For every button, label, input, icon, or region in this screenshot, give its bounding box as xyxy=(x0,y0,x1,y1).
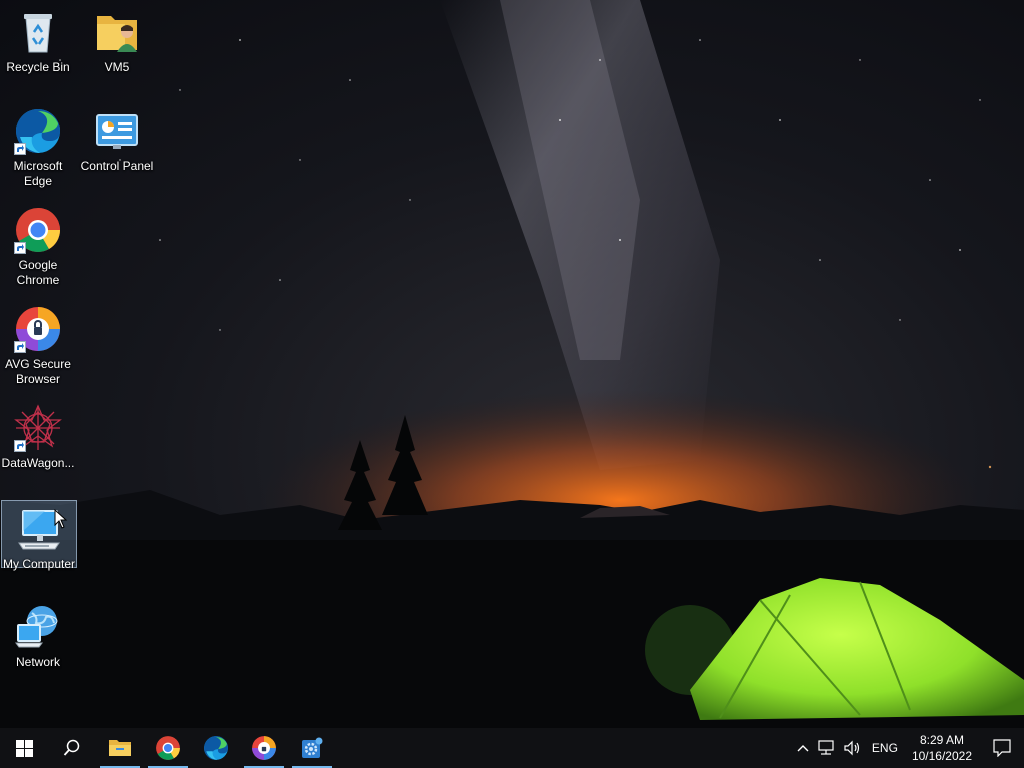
desktop-icon-label: Control Panel xyxy=(80,159,154,173)
avg-browser-icon xyxy=(14,305,62,353)
recycle-bin-icon xyxy=(14,8,62,56)
desktop-icon-label: Network xyxy=(15,655,60,669)
taskbar: ENG 8:29 AM 10/16/2022 xyxy=(0,728,1024,768)
search-icon xyxy=(63,739,80,756)
volume-button[interactable] xyxy=(840,728,866,768)
chrome-icon xyxy=(156,736,180,760)
desktop-icon-label: AVG Secure Browser xyxy=(5,357,71,386)
system-tray: ENG 8:29 AM 10/16/2022 xyxy=(792,728,1024,768)
avg-browser-icon xyxy=(252,736,276,760)
mouse-cursor-icon xyxy=(54,509,68,529)
taskbar-avg-secure-browser[interactable] xyxy=(240,728,288,768)
folder-icon xyxy=(109,740,131,756)
clock-time: 8:29 AM xyxy=(919,733,964,747)
taskbar-file-explorer[interactable] xyxy=(96,728,144,768)
desktop-icon-label: DataWagon... xyxy=(1,456,75,470)
shortcut-arrow-icon xyxy=(14,143,26,155)
shortcut-arrow-icon xyxy=(14,341,26,353)
taskbar-app[interactable] xyxy=(288,728,336,768)
notification-icon xyxy=(993,739,1011,757)
clock-date: 10/16/2022 xyxy=(911,749,972,763)
chevron-up-icon xyxy=(797,745,809,752)
edge-icon xyxy=(204,736,228,760)
shortcut-arrow-icon xyxy=(14,440,26,452)
desktop-icon-recycle-bin[interactable]: Recycle Bin xyxy=(0,4,76,75)
desktop-icon-microsoft-edge[interactable]: Microsoft Edge xyxy=(0,103,76,189)
action-center-button[interactable] xyxy=(980,728,1024,768)
desktop-icon-control-panel[interactable]: Control Panel xyxy=(79,103,155,174)
taskbar-microsoft-edge[interactable] xyxy=(192,728,240,768)
datawagon-icon xyxy=(14,404,62,452)
desktop-icon-label: Google Chrome xyxy=(16,258,60,287)
desktop-icon-label: My Computer xyxy=(2,557,76,571)
desktop-icon-label: VM5 xyxy=(104,60,130,74)
desktop-icon-label: Recycle Bin xyxy=(6,60,70,74)
start-button[interactable] xyxy=(0,728,48,768)
show-hidden-icons-button[interactable] xyxy=(792,728,814,768)
search-button[interactable] xyxy=(48,728,96,768)
input-language-indicator[interactable]: ENG xyxy=(866,728,904,768)
edge-icon xyxy=(14,107,62,155)
desktop-icon-label: Microsoft Edge xyxy=(13,159,63,188)
network-status-icon xyxy=(818,740,834,755)
desktop-icon-datawagon[interactable]: DataWagon... xyxy=(0,400,76,471)
desktop-icon-network[interactable]: Network xyxy=(0,599,76,670)
desktop-icon-vm5[interactable]: VM5 xyxy=(79,4,155,75)
shortcut-arrow-icon xyxy=(14,242,26,254)
clock[interactable]: 8:29 AM 10/16/2022 xyxy=(904,732,980,764)
user-folder-icon xyxy=(93,8,141,56)
network-status-button[interactable] xyxy=(814,728,840,768)
chrome-icon xyxy=(14,206,62,254)
speaker-icon xyxy=(844,740,860,756)
gear-app-icon xyxy=(302,737,323,758)
desktop-icon-avg-secure-browser[interactable]: AVG Secure Browser xyxy=(0,301,76,387)
network-icon xyxy=(14,603,62,651)
control-panel-icon xyxy=(93,107,141,155)
desktop[interactable]: Recycle Bin VM5 Microsoft Edge Control P… xyxy=(0,0,1024,728)
desktop-icon-google-chrome[interactable]: Google Chrome xyxy=(0,202,76,288)
taskbar-google-chrome[interactable] xyxy=(144,728,192,768)
windows-logo-icon xyxy=(15,739,33,757)
